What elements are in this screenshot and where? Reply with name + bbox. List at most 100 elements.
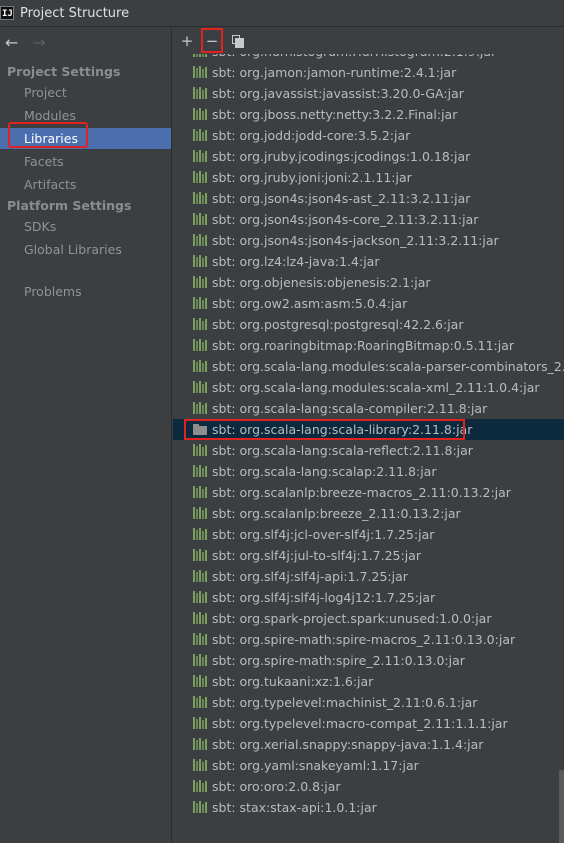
library-name: sbt: org.scalanlp:breeze_2.11:0.13.2:jar	[212, 506, 461, 521]
library-icon	[193, 696, 207, 708]
library-row[interactable]: sbt: org.scala-lang:scala-library:2.11.8…	[173, 419, 564, 440]
library-icon	[193, 234, 207, 246]
project-settings-header: Project Settings	[7, 64, 121, 79]
library-name: sbt: org.json4s:json4s-jackson_2.11:3.2.…	[212, 233, 499, 248]
library-row[interactable]: sbt: org.postgresql:postgresql:42.2.6:ja…	[173, 314, 564, 335]
library-row[interactable]: sbt: org.xerial.snappy:snappy-java:1.1.4…	[173, 734, 564, 755]
library-row[interactable]: sbt: org.scalanlp:breeze_2.11:0.13.2:jar	[173, 503, 564, 524]
library-name: sbt: org.json4s:json4s-ast_2.11:3.2.11:j…	[212, 191, 471, 206]
library-name: sbt: org.lz4:lz4-java:1.4:jar	[212, 254, 380, 269]
library-row[interactable]: sbt: org.json4s:json4s-jackson_2.11:3.2.…	[173, 230, 564, 251]
library-icon	[193, 339, 207, 351]
library-name: sbt: org.postgresql:postgresql:42.2.6:ja…	[212, 317, 464, 332]
library-name: sbt: org.slf4j:jcl-over-slf4j:1.7.25:jar	[212, 527, 435, 542]
add-library-button[interactable]: +	[178, 31, 196, 51]
library-row[interactable]: sbt: org.spire-math:spire_2.11:0.13.0:ja…	[173, 650, 564, 671]
library-name: sbt: org.spire-math:spire_2.11:0.13.0:ja…	[212, 653, 465, 668]
library-row[interactable]: sbt: org.scala-lang:scala-compiler:2.11.…	[173, 398, 564, 419]
library-name: sbt: org.roaringbitmap:RoaringBitmap:0.5…	[212, 338, 515, 353]
library-row[interactable]: sbt: org.lz4:lz4-java:1.4:jar	[173, 251, 564, 272]
library-icon	[193, 591, 207, 603]
library-row[interactable]: sbt: org.json4s:json4s-ast_2.11:3.2.11:j…	[173, 188, 564, 209]
library-row[interactable]: sbt: org.slf4j:slf4j-api:1.7.25:jar	[173, 566, 564, 587]
library-row[interactable]: sbt: org.scala-lang:scalap:2.11.8:jar	[173, 461, 564, 482]
sidebar-item-problems[interactable]: Problems	[0, 281, 171, 302]
intellij-app-icon: IJ	[0, 6, 14, 20]
arrow-right-icon[interactable]: →	[32, 34, 45, 52]
library-row[interactable]: sbt: org.objenesis:objenesis:2.1:jar	[173, 272, 564, 293]
library-icon	[193, 402, 207, 414]
library-row[interactable]: sbt: org.javassist:javassist:3.20.0-GA:j…	[173, 83, 564, 104]
library-icon	[193, 54, 207, 57]
arrow-left-icon[interactable]: ←	[5, 34, 18, 52]
library-name: sbt: org.scala-lang:scala-compiler:2.11.…	[212, 401, 488, 416]
remove-library-button[interactable]: −	[203, 31, 221, 51]
library-row[interactable]: sbt: org.scala-lang.modules:scala-parser…	[173, 356, 564, 377]
library-name: sbt: org.jodd:jodd-core:3.5.2:jar	[212, 128, 411, 143]
library-row[interactable]: sbt: org.spark-project.spark:unused:1.0.…	[173, 608, 564, 629]
sidebar-item-libraries[interactable]: Libraries	[0, 128, 171, 149]
library-name: sbt: org.slf4j:jul-to-slf4j:1.7.25:jar	[212, 548, 421, 563]
sidebar-item-artifacts[interactable]: Artifacts	[0, 174, 171, 195]
library-row[interactable]: sbt: org.ow2.asm:asm:5.0.4:jar	[173, 293, 564, 314]
library-name: sbt: stax:stax-api:1.0.1:jar	[212, 800, 377, 815]
library-row[interactable]: sbt: org.slf4j:jcl-over-slf4j:1.7.25:jar	[173, 524, 564, 545]
sidebar-item-facets[interactable]: Facets	[0, 151, 171, 172]
nav-arrows: ← →	[5, 34, 46, 52]
library-name: sbt: org.xerial.snappy:snappy-java:1.1.4…	[212, 737, 484, 752]
library-icon	[193, 66, 207, 78]
vertical-scrollbar[interactable]	[559, 770, 564, 843]
sidebar-item-global-libraries[interactable]: Global Libraries	[0, 239, 171, 260]
library-icon	[193, 486, 207, 498]
library-row[interactable]: sbt: org.scala-lang.modules:scala-xml_2.…	[173, 377, 564, 398]
library-icon	[193, 507, 207, 519]
library-row[interactable]: sbt: org.yaml:snakeyaml:1.17:jar	[173, 755, 564, 776]
library-name: sbt: org.ow2.asm:asm:5.0.4:jar	[212, 296, 408, 311]
library-row[interactable]: sbt: org.jboss.netty:netty:3.2.2.Final:j…	[173, 104, 564, 125]
library-name: sbt: org.spire-math:spire-macros_2.11:0.…	[212, 632, 516, 647]
library-row[interactable]: sbt: org.typelevel:machinist_2.11:0.6.1:…	[173, 692, 564, 713]
library-row[interactable]: sbt: org.typelevel:macro-compat_2.11:1.1…	[173, 713, 564, 734]
library-row[interactable]: sbt: oro:oro:2.0.8:jar	[173, 776, 564, 797]
sidebar-item-modules[interactable]: Modules	[0, 105, 171, 126]
library-row[interactable]: sbt: org.tukaani:xz:1.6:jar	[173, 671, 564, 692]
library-icon	[193, 87, 207, 99]
library-icon	[193, 192, 207, 204]
library-row[interactable]: sbt: org.json4s:json4s-core_2.11:3.2.11:…	[173, 209, 564, 230]
title-bar: IJ Project Structure	[0, 0, 564, 27]
library-row[interactable]: sbt: org.scalanlp:breeze-macros_2.11:0.1…	[173, 482, 564, 503]
library-icon	[193, 633, 207, 645]
library-toolbar: + −	[173, 28, 564, 54]
library-icon	[193, 381, 207, 393]
library-row[interactable]: sbt: org.jamon:jamon-runtime:2.4.1:jar	[173, 62, 564, 83]
library-icon	[193, 675, 207, 687]
library-icon	[193, 213, 207, 225]
copy-icon	[232, 35, 244, 48]
library-row[interactable]: sbt: org.roaringbitmap:RoaringBitmap:0.5…	[173, 335, 564, 356]
library-row[interactable]: sbt: org.jruby.jcodings:jcodings:1.0.18:…	[173, 146, 564, 167]
library-name: sbt: oro:oro:2.0.8:jar	[212, 779, 341, 794]
library-row[interactable]: sbt: stax:stax-api:1.0.1:jar	[173, 797, 564, 818]
library-row[interactable]: sbt: org.slf4j:jul-to-slf4j:1.7.25:jar	[173, 545, 564, 566]
sidebar-item-project[interactable]: Project	[0, 82, 171, 103]
library-list-items: sbt: org.hdrhistogram:HdrHistogram:2.1.9…	[173, 54, 564, 818]
library-name: sbt: org.jruby.joni:joni:2.1.11:jar	[212, 170, 412, 185]
library-row[interactable]: sbt: org.spire-math:spire-macros_2.11:0.…	[173, 629, 564, 650]
library-name: sbt: org.typelevel:macro-compat_2.11:1.1…	[212, 716, 508, 731]
library-row[interactable]: sbt: org.jruby.joni:joni:2.1.11:jar	[173, 167, 564, 188]
library-icon	[193, 129, 207, 141]
library-name: sbt: org.tukaani:xz:1.6:jar	[212, 674, 374, 689]
library-icon	[193, 801, 207, 813]
library-row[interactable]: sbt: org.jodd:jodd-core:3.5.2:jar	[173, 125, 564, 146]
copy-library-button[interactable]	[229, 31, 247, 51]
folder-icon	[193, 424, 207, 435]
sidebar-item-sdks[interactable]: SDKs	[0, 216, 171, 237]
library-icon	[193, 360, 207, 372]
library-icon	[193, 276, 207, 288]
library-row[interactable]: sbt: org.slf4j:slf4j-log4j12:1.7.25:jar	[173, 587, 564, 608]
library-row[interactable]: sbt: org.scala-lang:scala-reflect:2.11.8…	[173, 440, 564, 461]
library-icon	[193, 150, 207, 162]
library-row[interactable]: sbt: org.hdrhistogram:HdrHistogram:2.1.9…	[173, 54, 564, 62]
library-name: sbt: org.jboss.netty:netty:3.2.2.Final:j…	[212, 107, 458, 122]
library-icon	[193, 717, 207, 729]
